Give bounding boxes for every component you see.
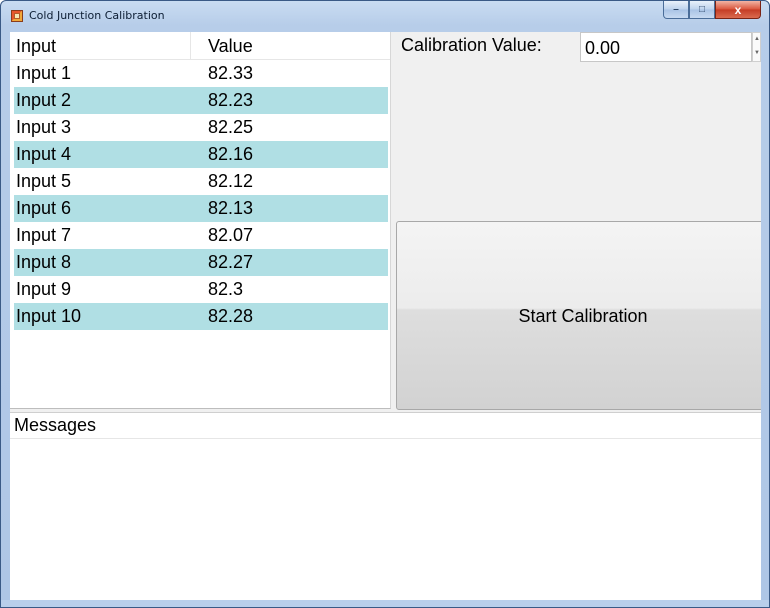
window-title: Cold Junction Calibration [29, 9, 165, 22]
row-input-value: 82.13 [208, 198, 254, 218]
close-button[interactable]: x [715, 1, 761, 19]
row-input-name: Input 2 [16, 90, 72, 110]
start-calibration-button[interactable]: Start Calibration [396, 221, 761, 410]
row-input-value: 82.16 [208, 144, 254, 164]
row-input-name: Input 4 [16, 144, 72, 164]
window: Cold Junction Calibration – □ x Input Va… [0, 0, 770, 608]
row-input-name: Input 10 [16, 306, 82, 326]
table-row[interactable]: Input 8 82.27 [14, 249, 388, 276]
client-area: Input Value Input 1 82.33 Input 2 82.23 Inpu… [10, 32, 761, 600]
table-row[interactable]: Input 4 82.16 [14, 141, 388, 168]
column-header-input[interactable]: Input [16, 36, 56, 57]
row-input-name: Input 5 [16, 171, 72, 191]
messages-header: Messages [10, 413, 761, 439]
row-input-name: Input 9 [16, 279, 72, 299]
row-input-value: 82.33 [208, 63, 254, 83]
row-input-value: 82.28 [208, 306, 254, 326]
stepper-up-icon[interactable]: ▲ [754, 33, 760, 46]
column-divider[interactable] [190, 32, 191, 59]
start-calibration-label: Start Calibration [518, 306, 648, 326]
table-row[interactable]: Input 7 82.07 [14, 222, 388, 249]
table-row[interactable]: Input 1 82.33 [14, 60, 388, 87]
list-rows: Input 1 82.33 Input 2 82.23 Input 3 82.25 Inpu… [10, 60, 390, 330]
input-list[interactable]: Input Value Input 1 82.33 Input 2 82.23 Inpu… [10, 32, 391, 409]
list-header: Input Value [10, 32, 390, 60]
row-input-value: 82.25 [208, 117, 254, 137]
calibration-value-input[interactable] [580, 32, 752, 62]
table-row[interactable]: Input 10 82.28 [14, 303, 388, 330]
minimize-button[interactable]: – [663, 1, 689, 19]
table-row[interactable]: Input 5 82.12 [14, 168, 388, 195]
messages-panel[interactable]: Messages [10, 412, 761, 600]
app-icon [11, 10, 23, 22]
row-input-name: Input 3 [16, 117, 72, 137]
row-input-name: Input 6 [16, 198, 72, 218]
row-input-value: 82.23 [208, 90, 254, 110]
window-bottom-border [1, 600, 769, 607]
row-input-value: 82.3 [208, 279, 244, 299]
table-row[interactable]: Input 2 82.23 [14, 87, 388, 114]
table-row[interactable]: Input 6 82.13 [14, 195, 388, 222]
row-input-name: Input 8 [16, 252, 72, 272]
row-input-name: Input 1 [16, 63, 72, 83]
title-bar[interactable]: Cold Junction Calibration – □ x [1, 1, 769, 31]
row-input-value: 82.12 [208, 171, 254, 191]
table-row[interactable]: Input 9 82.3 [14, 276, 388, 303]
maximize-button[interactable]: □ [689, 1, 715, 19]
row-input-value: 82.07 [208, 225, 254, 245]
column-header-value[interactable]: Value [208, 36, 253, 57]
window-controls: – □ x [663, 1, 761, 19]
calibration-stepper[interactable]: ▲ ▼ [752, 32, 761, 62]
row-input-name: Input 7 [16, 225, 72, 245]
table-row[interactable]: Input 3 82.25 [14, 114, 388, 141]
stepper-down-icon[interactable]: ▼ [754, 47, 760, 60]
row-input-value: 82.27 [208, 252, 254, 272]
calibration-value-label: Calibration Value: [401, 35, 542, 55]
